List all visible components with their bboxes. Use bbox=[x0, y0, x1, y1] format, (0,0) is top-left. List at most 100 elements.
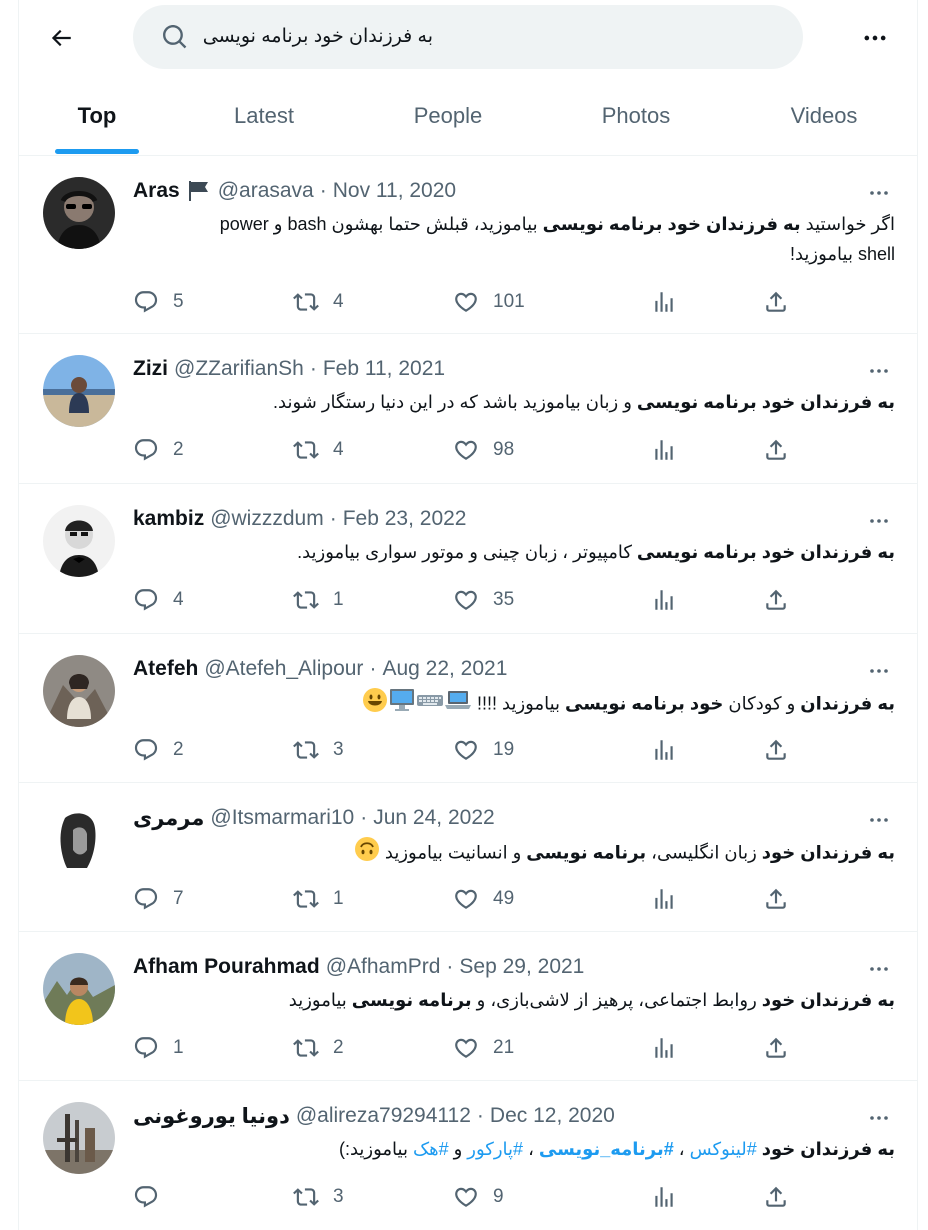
tweet-more-button[interactable] bbox=[859, 806, 899, 834]
more-dots-icon bbox=[870, 519, 888, 523]
avatar[interactable] bbox=[43, 177, 115, 249]
retweet-button[interactable]: 2 bbox=[293, 1033, 344, 1063]
share-button[interactable] bbox=[763, 1182, 789, 1212]
share-button[interactable] bbox=[763, 1033, 789, 1063]
user-handle[interactable]: @ZZarifianSh bbox=[174, 357, 304, 381]
separator-dot: · bbox=[329, 507, 337, 530]
like-button[interactable]: 98 bbox=[453, 435, 514, 465]
hashtag-link[interactable]: #برنامه_نویسی bbox=[539, 1139, 674, 1159]
share-button[interactable] bbox=[763, 435, 789, 465]
user-handle[interactable]: @Atefeh_Alipour bbox=[204, 657, 363, 681]
like-button[interactable]: 49 bbox=[453, 884, 514, 914]
user-handle[interactable]: @arasava bbox=[218, 179, 314, 203]
tweet[interactable]: Aras @arasava · Nov 11, 2020 اگر خواستید… bbox=[19, 157, 917, 334]
views-button[interactable] bbox=[651, 287, 677, 317]
views-button[interactable] bbox=[651, 884, 677, 914]
share-button[interactable] bbox=[763, 287, 789, 317]
tweet-more-button[interactable] bbox=[859, 507, 899, 535]
hashtag-link[interactable]: #هک bbox=[413, 1139, 449, 1159]
tweet-date[interactable]: Jun 24, 2022 bbox=[373, 806, 494, 830]
like-button[interactable]: 35 bbox=[453, 585, 514, 615]
like-button[interactable]: 19 bbox=[453, 735, 514, 765]
reply-button[interactable]: 5 bbox=[133, 287, 184, 317]
display-name[interactable]: Aras bbox=[133, 179, 180, 203]
avatar[interactable] bbox=[43, 505, 115, 577]
display-name[interactable]: kambiz bbox=[133, 507, 204, 531]
retweet-button[interactable]: 4 bbox=[293, 287, 344, 317]
tweet-date[interactable]: Feb 11, 2021 bbox=[323, 357, 445, 381]
share-icon bbox=[766, 291, 786, 312]
more-options-button[interactable] bbox=[855, 18, 895, 58]
user-handle[interactable]: @AfhamPrd bbox=[326, 955, 441, 979]
avatar[interactable] bbox=[43, 1102, 115, 1174]
tweet-more-button[interactable] bbox=[859, 1104, 899, 1132]
tweet[interactable]: Zizi @ZZarifianSh · Feb 11, 2021 به فرزن… bbox=[19, 335, 917, 484]
tab-people[interactable]: People bbox=[389, 76, 507, 156]
like-count: 9 bbox=[493, 1186, 504, 1207]
retweet-count: 4 bbox=[333, 291, 344, 312]
views-button[interactable] bbox=[651, 435, 677, 465]
views-button[interactable] bbox=[651, 1033, 677, 1063]
retweet-button[interactable]: 3 bbox=[293, 1182, 344, 1212]
tab-top[interactable]: Top bbox=[37, 76, 157, 156]
display-name[interactable]: دونیا یوروغونی bbox=[133, 1104, 290, 1129]
retweet-button[interactable]: 1 bbox=[293, 585, 344, 615]
retweet-button[interactable]: 3 bbox=[293, 735, 344, 765]
views-button[interactable] bbox=[651, 1182, 677, 1212]
tweet-date[interactable]: Feb 23, 2022 bbox=[343, 507, 467, 531]
search-input[interactable]: به فرزندان خود برنامه نویسی bbox=[133, 5, 803, 69]
tweet-text: به فرزندان خود #لینوکس ، #برنامه_نویسی ،… bbox=[189, 1134, 895, 1164]
user-handle[interactable]: @wizzzdum bbox=[210, 507, 324, 531]
hashtag-link[interactable]: #لینوکس bbox=[690, 1139, 757, 1159]
tweet-more-button[interactable] bbox=[859, 357, 899, 385]
tweet-more-button[interactable] bbox=[859, 657, 899, 685]
avatar[interactable] bbox=[43, 804, 115, 876]
user-handle[interactable]: @alireza79294112 bbox=[296, 1104, 471, 1128]
tweet-actions: 7 1 49 bbox=[133, 884, 917, 914]
reply-button[interactable]: 1 bbox=[133, 1033, 184, 1063]
tweet[interactable]: kambiz @wizzzdum · Feb 23, 2022 به فرزند… bbox=[19, 485, 917, 634]
reply-button[interactable]: 7 bbox=[133, 884, 184, 914]
like-button[interactable]: 21 bbox=[453, 1033, 514, 1063]
avatar[interactable] bbox=[43, 655, 115, 727]
reply-button[interactable]: 4 bbox=[133, 585, 184, 615]
retweet-button[interactable]: 1 bbox=[293, 884, 344, 914]
tab-videos[interactable]: Videos bbox=[765, 76, 883, 156]
tweet-date[interactable]: Sep 29, 2021 bbox=[459, 955, 584, 979]
reply-button[interactable] bbox=[133, 1182, 173, 1212]
tweet-more-button[interactable] bbox=[859, 955, 899, 983]
tweet-date[interactable]: Aug 22, 2021 bbox=[382, 657, 507, 681]
reply-button[interactable]: 2 bbox=[133, 435, 184, 465]
back-button[interactable] bbox=[41, 18, 81, 58]
views-button[interactable] bbox=[651, 585, 677, 615]
tweet-date[interactable]: Dec 12, 2020 bbox=[490, 1104, 615, 1128]
display-name[interactable]: مرمری bbox=[133, 806, 204, 831]
display-name[interactable]: Afham Pourahmad bbox=[133, 955, 320, 979]
more-dots-icon bbox=[864, 35, 886, 41]
tweet[interactable]: Afham Pourahmad @AfhamPrd · Sep 29, 2021… bbox=[19, 933, 917, 1081]
display-name[interactable]: Atefeh bbox=[133, 657, 198, 681]
share-button[interactable] bbox=[763, 884, 789, 914]
views-button[interactable] bbox=[651, 735, 677, 765]
avatar[interactable] bbox=[43, 953, 115, 1025]
display-name[interactable]: Zizi bbox=[133, 357, 168, 381]
share-button[interactable] bbox=[763, 585, 789, 615]
user-handle[interactable]: @Itsmarmari10 bbox=[210, 806, 354, 830]
hashtag-link[interactable]: #پارکور bbox=[467, 1139, 523, 1159]
tweet[interactable]: دونیا یوروغونی @alireza79294112 · Dec 12… bbox=[19, 1082, 917, 1230]
tab-photos[interactable]: Photos bbox=[577, 76, 695, 156]
laptop-emoji-icon bbox=[444, 688, 472, 721]
like-button[interactable]: 9 bbox=[453, 1182, 504, 1212]
search-icon bbox=[163, 25, 187, 49]
keyboard-emoji-icon bbox=[416, 688, 444, 721]
tab-latest[interactable]: Latest bbox=[205, 76, 323, 156]
retweet-button[interactable]: 4 bbox=[293, 435, 344, 465]
tweet[interactable]: مرمری @Itsmarmari10 · Jun 24, 2022 به فر… bbox=[19, 784, 917, 932]
avatar[interactable] bbox=[43, 355, 115, 427]
tweet-date[interactable]: Nov 11, 2020 bbox=[333, 179, 456, 203]
share-button[interactable] bbox=[763, 735, 789, 765]
tweet-more-button[interactable] bbox=[859, 179, 899, 207]
tweet[interactable]: Atefeh @Atefeh_Alipour · Aug 22, 2021 به… bbox=[19, 635, 917, 783]
like-button[interactable]: 101 bbox=[453, 287, 525, 317]
reply-button[interactable]: 2 bbox=[133, 735, 184, 765]
